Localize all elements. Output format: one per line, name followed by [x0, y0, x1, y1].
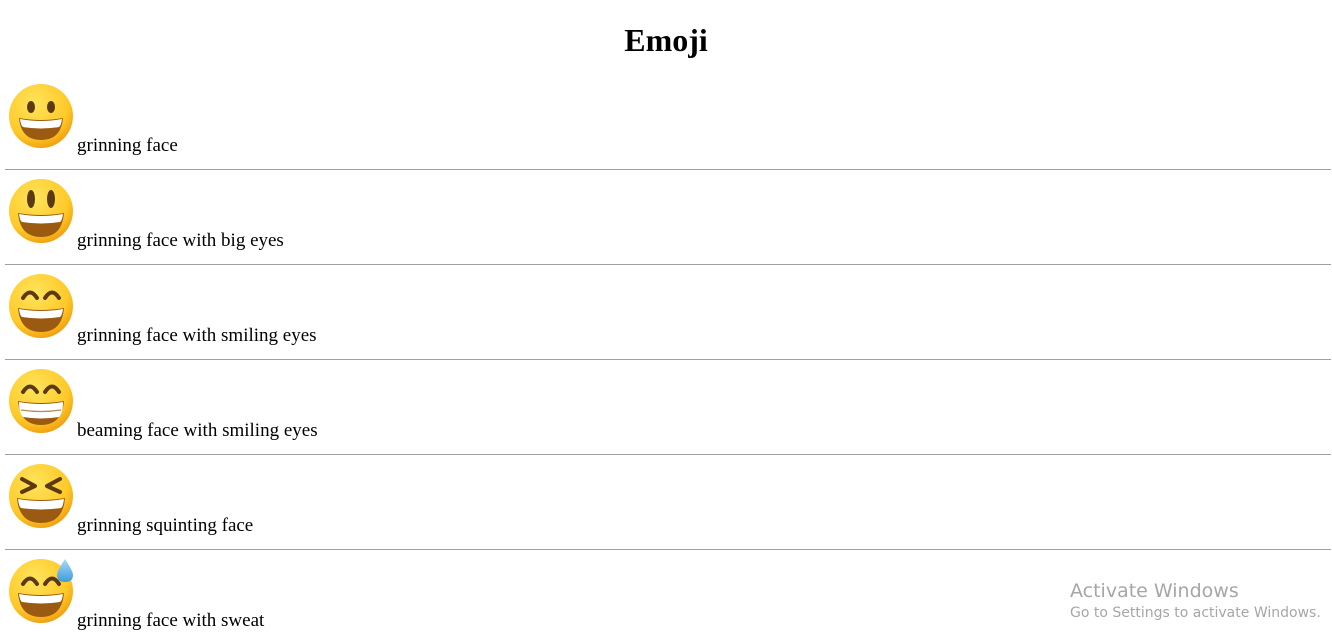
- page-title: Emoji: [624, 22, 708, 58]
- list-item: grinning face: [5, 75, 1331, 170]
- windows-activation-watermark: Activate Windows Go to Settings to activ…: [1070, 579, 1321, 623]
- grinning-face-icon: [9, 84, 73, 148]
- list-item: beaming face with smiling eyes: [5, 360, 1331, 455]
- watermark-subtitle: Go to Settings to activate Windows.: [1070, 605, 1321, 621]
- beaming-face-smiling-eyes-icon: [9, 369, 73, 433]
- grinning-face-smiling-eyes-icon: [9, 274, 73, 338]
- watermark-title: Activate Windows: [1070, 580, 1239, 602]
- grinning-face-big-eyes-icon: [9, 179, 73, 243]
- emoji-list: grinning face grinning face with big eye: [5, 75, 1331, 641]
- list-item: grinning face with big eyes: [5, 170, 1331, 265]
- grinning-squinting-face-icon: [9, 464, 73, 528]
- emoji-label: beaming face with smiling eyes: [77, 420, 318, 441]
- emoji-label: grinning squinting face: [77, 515, 254, 536]
- grinning-face-with-sweat-icon: [9, 559, 73, 623]
- list-item: grinning face with smiling eyes: [5, 265, 1331, 360]
- emoji-label: grinning face with smiling eyes: [77, 325, 317, 346]
- emoji-label: grinning face: [77, 135, 178, 156]
- list-item: grinning squinting face: [5, 455, 1331, 550]
- page: Emoji grinning face grinning face with b…: [0, 0, 1332, 641]
- emoji-label: grinning face with big eyes: [77, 230, 284, 251]
- emoji-label: grinning face with sweat: [77, 610, 265, 631]
